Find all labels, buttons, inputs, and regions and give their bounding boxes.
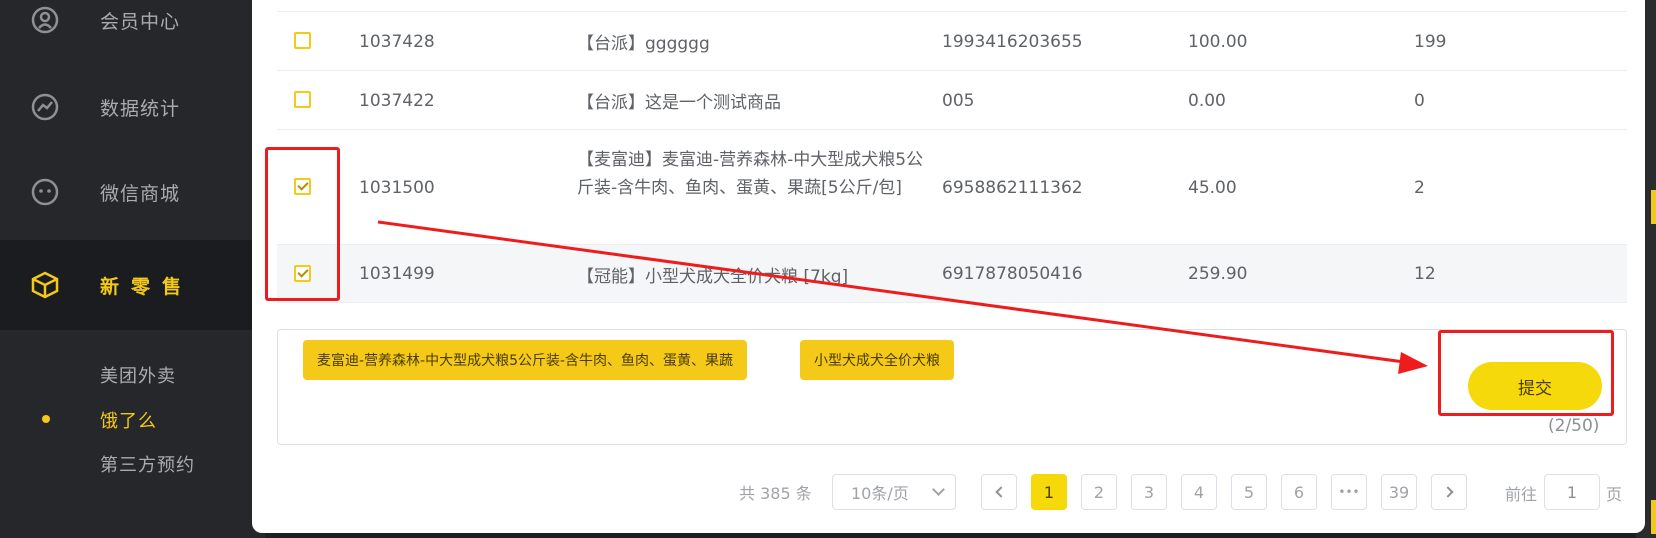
- chevron-right-icon: [1441, 486, 1454, 498]
- product-price: 45.00: [1188, 177, 1237, 198]
- next-page-button[interactable]: [1431, 474, 1467, 510]
- sidebar-subitem-meituan[interactable]: 美团外卖: [100, 362, 176, 388]
- product-price: 100.00: [1188, 31, 1248, 52]
- goto-page-input[interactable]: [1544, 474, 1600, 510]
- page-button-5[interactable]: 5: [1231, 474, 1267, 510]
- page-ellipsis-button[interactable]: •••: [1331, 474, 1367, 510]
- product-stock: 2: [1414, 177, 1425, 198]
- product-stock: 0: [1414, 90, 1425, 111]
- sidebar-item-data-stats[interactable]: 数据统计: [0, 77, 265, 137]
- page-button-2[interactable]: 2: [1081, 474, 1117, 510]
- annotation-highlight-checkboxes: [265, 147, 340, 301]
- page-button-1[interactable]: 1: [1031, 474, 1067, 510]
- page-button-39[interactable]: 39: [1381, 474, 1417, 510]
- sidebar-item-wechat-mall[interactable]: 微信商城: [0, 162, 265, 222]
- selected-product-tag[interactable]: 麦富迪-营养森林-中大型成犬粮5公斤装-含牛肉、鱼肉、蛋黄、果蔬: [303, 340, 748, 380]
- background-accent: [1651, 500, 1656, 534]
- table-row[interactable]: 1037428 【台派】gggggg 1993416203655 100.00 …: [277, 12, 1627, 71]
- selected-product-tag[interactable]: 小型犬成犬全价犬粮: [800, 340, 954, 380]
- sidebar: 会员中心 数据统计 微信商城 新零售 美团外卖 饿了么 第三方预约: [0, 0, 330, 538]
- wechat-icon: [30, 177, 60, 207]
- product-price: 0.00: [1188, 90, 1226, 111]
- pagination-total: 共 385 条: [739, 484, 812, 503]
- active-dot: [42, 415, 50, 423]
- product-id: 1037428: [359, 31, 435, 52]
- cube-icon: [30, 270, 60, 300]
- page-button-4[interactable]: 4: [1181, 474, 1217, 510]
- sidebar-item-label: 会员中心: [100, 10, 181, 33]
- prev-page-button[interactable]: [981, 474, 1017, 510]
- product-price: 259.90: [1188, 264, 1248, 284]
- sidebar-subitem-third-party[interactable]: 第三方预约: [100, 451, 195, 477]
- product-name: 【麦富迪】麦富迪-营养森林-中大型成犬粮5公斤装-含牛肉、鱼肉、蛋黄、果蔬[5公…: [577, 150, 924, 198]
- table-row[interactable]: 1031500 【麦富迪】麦富迪-营养森林-中大型成犬粮5公斤装-含牛肉、鱼肉、…: [277, 130, 1627, 245]
- page-button-6[interactable]: 6: [1281, 474, 1317, 510]
- selection-counter: (2/50): [1548, 416, 1600, 436]
- product-stock: 12: [1414, 264, 1436, 284]
- sidebar-item-label: 新零售: [100, 275, 194, 298]
- goto-label: 前往: [1505, 485, 1538, 504]
- product-id: 1031499: [359, 264, 435, 284]
- sidebar-item-member-center[interactable]: 会员中心: [0, 0, 265, 50]
- chevron-down-icon: [932, 483, 945, 496]
- product-stock: 199: [1414, 31, 1447, 52]
- background-accent: [1651, 190, 1656, 224]
- chevron-left-icon: [994, 486, 1007, 498]
- member-icon: [30, 5, 60, 35]
- sidebar-item-label: 微信商城: [100, 182, 181, 205]
- row-checkbox[interactable]: [294, 91, 311, 108]
- chart-icon: [30, 92, 60, 122]
- product-barcode: 1993416203655: [942, 31, 1083, 52]
- product-barcode: 6958862111362: [942, 177, 1083, 198]
- product-id: 1031500: [359, 177, 435, 198]
- goto-unit: 页: [1606, 485, 1623, 504]
- table-row-partial: [277, 0, 1627, 12]
- product-name: 【台派】这是一个测试商品: [577, 93, 781, 113]
- product-name: 【冠能】小型犬成犬全价犬粮 [7kg]: [577, 266, 849, 287]
- product-name: 【台派】gggggg: [577, 34, 710, 54]
- row-checkbox[interactable]: [294, 32, 311, 49]
- page-size-value: 10条/页: [851, 484, 909, 503]
- product-id: 1037422: [359, 90, 435, 111]
- product-barcode: 005: [942, 90, 975, 111]
- table-row[interactable]: 1031499 【冠能】小型犬成犬全价犬粮 [7kg] 691787805041…: [277, 245, 1627, 303]
- page-size-select[interactable]: 10条/页: [832, 474, 956, 510]
- page-button-3[interactable]: 3: [1131, 474, 1167, 510]
- product-barcode: 6917878050416: [942, 264, 1083, 284]
- sidebar-subitem-eleme[interactable]: 饿了么: [100, 407, 157, 433]
- annotation-highlight-submit: [1438, 330, 1614, 416]
- sidebar-item-label: 数据统计: [100, 97, 181, 120]
- table-row[interactable]: 1037422 【台派】这是一个测试商品 005 0.00 0: [277, 71, 1627, 130]
